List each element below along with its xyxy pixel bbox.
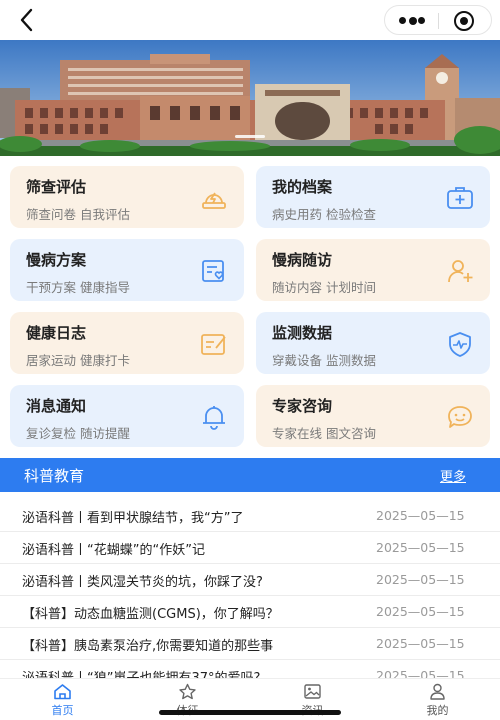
plan-icon bbox=[200, 258, 228, 284]
tab-label: 首页 bbox=[51, 704, 74, 717]
card-title: 我的档案 bbox=[272, 178, 333, 196]
card-title: 慢病随访 bbox=[272, 251, 333, 269]
news-title: 泌语科普丨“花蝴蝶”的“作妖”记 bbox=[22, 543, 205, 558]
home-icon bbox=[54, 684, 71, 700]
card-title: 筛查评估 bbox=[26, 178, 87, 196]
image-icon bbox=[304, 684, 321, 699]
list-item[interactable]: 【科普】动态血糖监测(CGMS)，你了解吗？ 2025—05—15 bbox=[0, 596, 500, 628]
card-expert-consult[interactable]: 专家咨询 专家在线 图文咨询 bbox=[256, 385, 490, 447]
news-title: 泌语科普丨看到甲状腺结节，我“方”了 bbox=[22, 511, 244, 526]
card-monitoring-data[interactable]: 监测数据 穿戴设备 监测数据 bbox=[256, 312, 490, 374]
medical-kit-icon bbox=[446, 185, 474, 211]
chevron-left-icon[interactable] bbox=[14, 6, 40, 34]
list-item[interactable]: 泌语科普丨看到甲状腺结节，我“方”了 2025—05—15 bbox=[0, 500, 500, 532]
capsule-divider bbox=[438, 13, 439, 29]
card-title: 专家咨询 bbox=[272, 397, 333, 415]
card-subtitle: 穿戴设备 监测数据 bbox=[272, 353, 376, 368]
card-health-log[interactable]: 健康日志 居家运动 健康打卡 bbox=[10, 312, 244, 374]
add-user-icon bbox=[446, 258, 474, 284]
card-screening[interactable]: 筛查评估 筛查问卷 自我评估 bbox=[10, 166, 244, 228]
card-chronic-followup[interactable]: 慢病随访 随访内容 计划时间 bbox=[256, 239, 490, 301]
science-education-header: 科普教育 更多 bbox=[0, 458, 500, 492]
card-notifications[interactable]: 消息通知 复诊复检 随访提醒 bbox=[10, 385, 244, 447]
card-subtitle: 居家运动 健康打卡 bbox=[26, 353, 130, 368]
news-date: 2025—05—15 bbox=[376, 572, 465, 587]
card-title: 健康日志 bbox=[26, 324, 87, 342]
section-title: 科普教育 bbox=[24, 467, 85, 485]
news-date: 2025—05—15 bbox=[376, 636, 465, 651]
news-title: 【科普】动态血糖监测(CGMS)，你了解吗？ bbox=[22, 607, 279, 622]
card-subtitle: 随访内容 计划时间 bbox=[272, 280, 376, 295]
list-item[interactable]: 泌语科普丨“花蝴蝶”的“作妖”记 2025—05—15 bbox=[0, 532, 500, 564]
chat-face-icon bbox=[446, 404, 474, 430]
list-item[interactable]: 【科普】胰岛素泵治疗,你需要知道的那些事 2025—05—15 bbox=[0, 628, 500, 660]
more-link[interactable]: 更多 bbox=[440, 466, 466, 485]
news-list: 泌语科普丨看到甲状腺结节，我“方”了 2025—05—15 泌语科普丨“花蝴蝶”… bbox=[0, 500, 500, 680]
hospital-banner-image bbox=[0, 40, 500, 156]
tab-label: 我的 bbox=[426, 704, 449, 717]
list-item[interactable]: 泌语科普丨类风湿关节炎的坑，你踩了没? 2025—05—15 bbox=[0, 564, 500, 596]
card-title: 监测数据 bbox=[272, 324, 333, 342]
card-subtitle: 筛查问卷 自我评估 bbox=[26, 207, 130, 222]
card-title: 慢病方案 bbox=[26, 251, 87, 269]
more-dots-icon[interactable] bbox=[399, 16, 425, 25]
news-title: 【科普】胰岛素泵治疗,你需要知道的那些事 bbox=[22, 639, 274, 654]
card-subtitle: 干预方案 健康指导 bbox=[26, 280, 130, 295]
news-date: 2025—05—15 bbox=[376, 604, 465, 619]
card-subtitle: 病史用药 检验检查 bbox=[272, 207, 376, 222]
user-icon bbox=[430, 683, 445, 700]
notebook-icon bbox=[200, 331, 228, 357]
news-title: 泌语科普丨类风湿关节炎的坑，你踩了没? bbox=[22, 575, 263, 590]
screening-icon bbox=[200, 185, 228, 211]
card-chronic-plan[interactable]: 慢病方案 干预方案 健康指导 bbox=[10, 239, 244, 301]
card-title: 消息通知 bbox=[26, 397, 87, 415]
target-close-icon[interactable] bbox=[454, 11, 474, 31]
tab-mine[interactable]: 我的 bbox=[375, 679, 500, 720]
home-indicator bbox=[159, 710, 341, 715]
card-subtitle: 复诊复检 随访提醒 bbox=[26, 426, 130, 441]
star-icon bbox=[179, 683, 196, 700]
top-nav-bar bbox=[0, 0, 500, 40]
tab-home[interactable]: 首页 bbox=[0, 679, 125, 720]
list-item[interactable]: 泌语科普丨“狼”崽子也能拥有37°的爱吗? 2025—05—15 bbox=[0, 660, 500, 680]
shield-pulse-icon bbox=[446, 331, 474, 357]
bell-icon bbox=[200, 404, 228, 430]
card-subtitle: 专家在线 图文咨询 bbox=[272, 426, 376, 441]
news-date: 2025—05—15 bbox=[376, 508, 465, 523]
news-date: 2025—05—15 bbox=[376, 540, 465, 555]
mini-program-capsule bbox=[384, 5, 492, 35]
card-my-records[interactable]: 我的档案 病史用药 检验检查 bbox=[256, 166, 490, 228]
